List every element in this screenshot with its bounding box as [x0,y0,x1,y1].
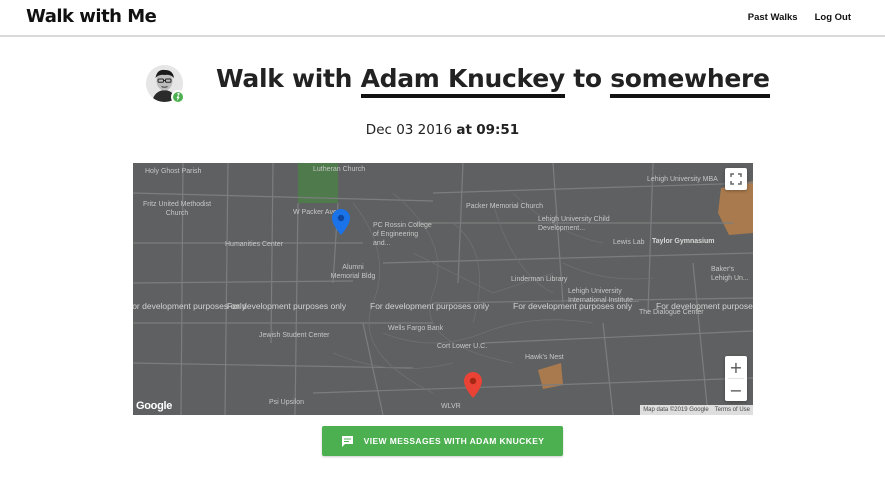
brand-logo[interactable]: Walk with Me [26,6,157,27]
map-label: Lehigh University Child Development... [538,216,610,232]
route-map[interactable]: Holy Ghost Parish Fritz United Methodist… [133,163,753,415]
map-label: Fritz United Methodist Church [142,201,212,217]
map-data-credit: Map data ©2019 Google [643,407,709,413]
map-label: Holy Ghost Parish [145,168,202,175]
walk-datetime: Dec 03 2016 at 09:51 [0,122,885,138]
zoom-out-button[interactable]: − [725,379,747,401]
destination-link[interactable]: somewhere [610,64,770,98]
map-label: Lehigh University MBA [647,176,718,183]
map-label: PC Rossin College of Engineering and... [373,222,432,247]
title-prefix: Walk with [216,64,353,93]
map-label: Taylor Gymnasium [652,238,715,245]
top-navbar: Walk with Me Past Walks Log Out [0,0,885,37]
map-label: Alumni Memorial Bldg [330,264,376,280]
map-label: Wells Fargo Bank [388,325,444,332]
zoom-in-button[interactable]: + [725,356,747,378]
title-mid: to [573,64,602,93]
avatar [146,65,185,104]
map-attribution: Map data ©2019 Google Terms of Use [640,405,753,415]
partner-name-link[interactable]: Adam Knuckey [360,64,565,98]
walk-date: Dec 03 2016 [365,122,453,138]
dev-watermark: For development purposes only [656,301,753,311]
fullscreen-icon [730,173,742,185]
dev-watermark: For development purposes only [370,301,490,311]
blue-map-pin-icon[interactable] [332,209,350,235]
walking-badge-icon [171,90,185,104]
map-label: Baker's Lehigh Un... [711,266,749,282]
nav-log-out[interactable]: Log Out [815,12,851,23]
message-icon [341,435,353,447]
map-label: W Packer Ave [293,209,337,216]
nav-links: Past Walks Log Out [748,12,851,23]
map-label: Humanities Center [225,241,283,248]
map-label: Linderman Library [511,276,568,283]
map-label: Cort Lower U.C. [437,343,488,350]
walk-time: 09:51 [476,122,520,138]
google-logo[interactable]: Google [136,400,172,412]
dev-watermark: For development purposes only [227,301,347,311]
fullscreen-button[interactable] [725,168,747,190]
map-label: Packer Memorial Church [466,203,544,210]
nav-past-walks[interactable]: Past Walks [748,12,798,23]
zoom-control: + − [725,356,747,401]
map-label: Lewis Lab [613,239,645,246]
map-label: WLVR [441,403,461,410]
view-messages-label: VIEW MESSAGES WITH ADAM KNUCKEY [363,436,545,446]
map-label: Jewish Student Center [259,332,330,339]
red-map-pin-icon[interactable] [464,372,482,398]
terms-link[interactable]: Terms of Use [715,407,750,413]
view-messages-button[interactable]: VIEW MESSAGES WITH ADAM KNUCKEY [322,426,563,456]
map-streets [133,163,753,415]
map-label: Hawk's Nest [525,354,564,361]
walk-at: at [456,122,472,138]
map-label: Lutheran Church [313,166,366,173]
page-title: Walk with Adam Knuckey to somewhere [216,64,770,98]
map-label: Psi Upsilon [269,399,305,406]
dev-watermark: For development purposes only [513,301,633,311]
